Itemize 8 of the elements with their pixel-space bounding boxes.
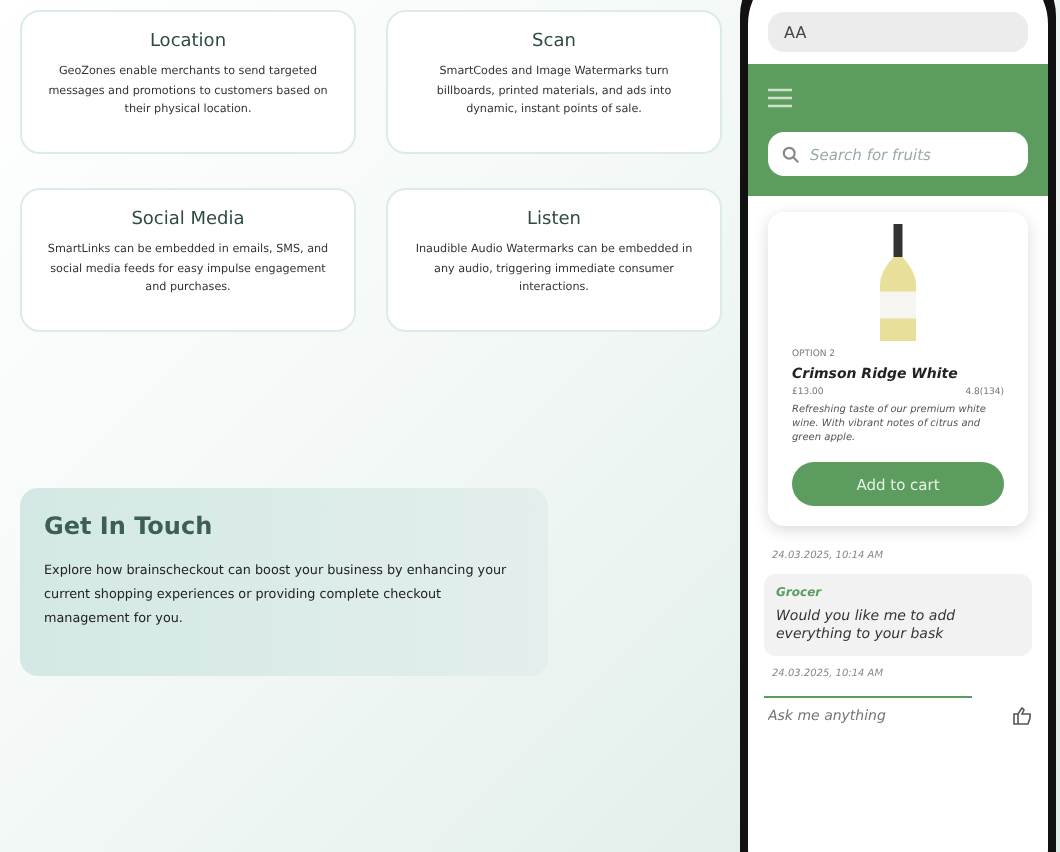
feature-title: Listen <box>527 210 581 230</box>
feature-title: Location <box>149 32 227 52</box>
feature-title: Scan <box>532 32 576 52</box>
thumbs-up-icon[interactable] <box>1012 705 1032 725</box>
address-bar[interactable]: AA <box>768 12 1028 52</box>
feature-title: Social Media <box>131 210 245 230</box>
contact-title: Get In Touch <box>44 512 215 540</box>
search-icon <box>782 145 800 163</box>
